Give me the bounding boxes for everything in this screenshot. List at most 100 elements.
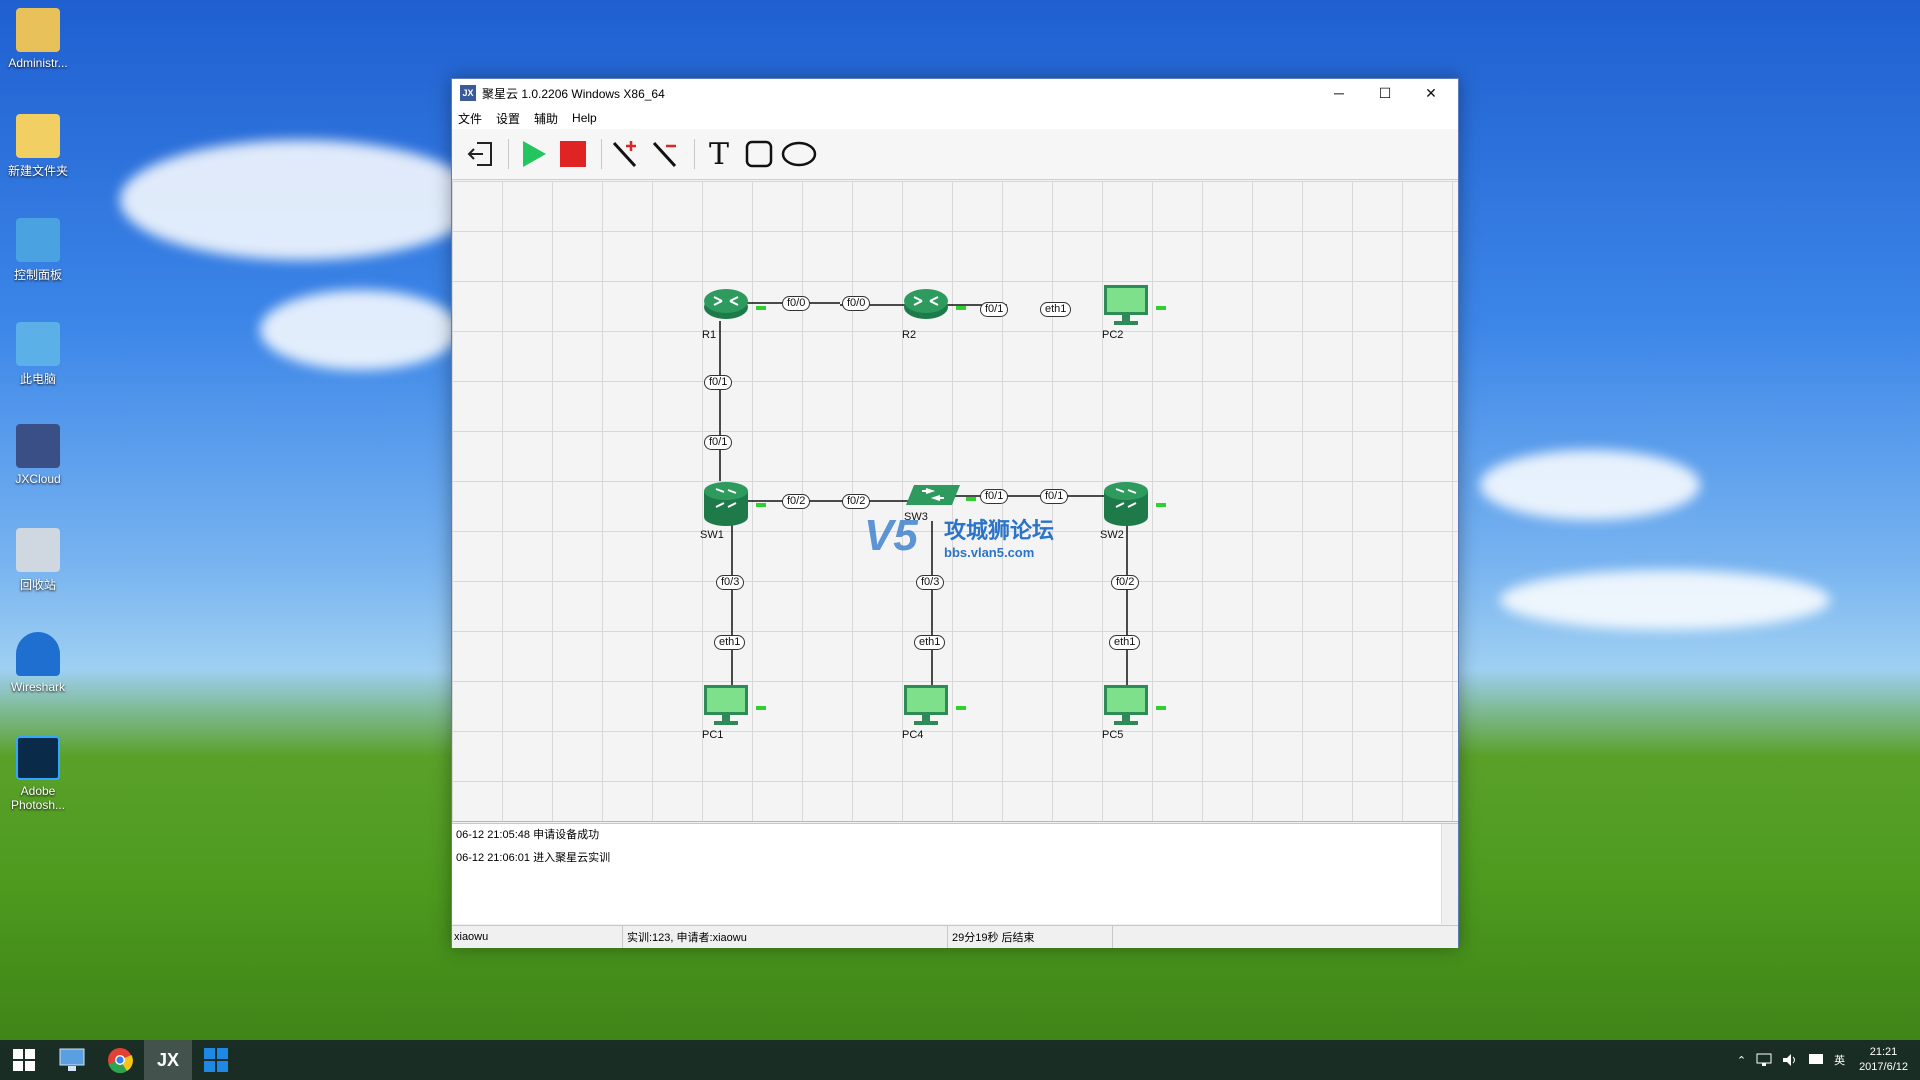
taskbar-store[interactable] [192, 1040, 240, 1080]
pc-pc4[interactable] [902, 683, 950, 730]
notification-icon[interactable] [1808, 1053, 1824, 1067]
router-r2[interactable] [902, 285, 950, 324]
port-label: f0/2 [782, 494, 811, 509]
desktop-icon-label: 此电脑 [19, 372, 56, 386]
clock[interactable]: 21:21 2017/6/12 [1859, 1045, 1908, 1075]
taskbar: JX ⌃ 英 21:21 2017/6/12 [0, 1040, 1920, 1080]
taskbar-jxcloud[interactable]: JX [144, 1040, 192, 1080]
pc-pc5[interactable] [1102, 683, 1150, 730]
watermark-title: 攻城狮论坛 [944, 518, 1055, 543]
port-label: eth1 [1040, 302, 1072, 317]
port-label: f0/1 [704, 375, 733, 390]
title-bar[interactable]: JX 聚星云 1.0.2206 Windows X86_64 ─ ☐ ✕ [452, 79, 1458, 107]
start-button[interactable] [515, 136, 551, 172]
menu-help[interactable]: Help [572, 111, 597, 125]
stop-button[interactable] [555, 136, 591, 172]
port-label: f0/0 [782, 296, 811, 311]
ellipse-tool-button[interactable] [781, 136, 817, 172]
desktop-icon-this-pc[interactable]: 此电脑 [0, 322, 76, 387]
user-folder-icon [16, 8, 60, 52]
rectangle-tool-button[interactable] [741, 136, 777, 172]
log-line: 06-12 21:05:48 申请设备成功 [456, 829, 600, 841]
l2-switch-icon [906, 485, 960, 505]
add-link-icon [612, 141, 637, 168]
log-panel[interactable]: 06-12 21:05:48 申请设备成功 06-12 21:06:01 进入聚… [452, 823, 1458, 924]
desktop-icon-jxcloud[interactable]: JXCloud [0, 424, 76, 486]
switch-sw3[interactable] [904, 483, 962, 510]
switch-sw2[interactable] [1102, 481, 1150, 530]
input-language[interactable]: 英 [1834, 1052, 1845, 1068]
taskbar-chrome[interactable] [96, 1040, 144, 1080]
port-label: f0/1 [980, 302, 1009, 317]
log-line: 06-12 21:06:01 进入聚星云实训 [456, 852, 611, 864]
toolbar-separator [694, 139, 695, 169]
status-led [1156, 706, 1166, 710]
remove-link-button[interactable] [648, 136, 684, 172]
exit-icon [467, 142, 492, 166]
desktop-icon-wireshark[interactable]: Wireshark [0, 632, 76, 694]
text-tool-button[interactable]: T [701, 136, 737, 172]
port-label: f0/1 [704, 435, 733, 450]
exit-button[interactable] [462, 136, 498, 172]
desktop-icon-label: 控制面板 [13, 268, 62, 282]
start-button[interactable] [0, 1040, 48, 1080]
chrome-icon [108, 1048, 133, 1073]
clock-time: 21:21 [1869, 1046, 1898, 1058]
maximize-button[interactable]: ☐ [1362, 79, 1408, 107]
toolbar-separator [601, 139, 602, 169]
pc-pc1[interactable] [702, 683, 750, 730]
volume-icon[interactable] [1782, 1053, 1798, 1067]
menu-settings[interactable]: 设置 [496, 110, 520, 127]
status-led [756, 706, 766, 710]
desktop-icon-administrator[interactable]: Administr... [0, 8, 76, 70]
control-panel-icon [16, 218, 60, 262]
pc-pc2[interactable] [1102, 283, 1150, 330]
port-label: f0/2 [1111, 575, 1140, 590]
desktop-icon-recycle-bin[interactable]: 回收站 [0, 528, 76, 593]
photoshop-icon [16, 736, 60, 780]
remove-link-icon [652, 141, 677, 168]
status-bar: xiaowu 实训:123, 申请者:xiaowu 29分19秒 后结束 [452, 925, 1458, 948]
taskbar-network-manager[interactable] [48, 1040, 96, 1080]
menu-tools[interactable]: 辅助 [534, 110, 558, 127]
chevron-up-icon[interactable]: ⌃ [1737, 1054, 1746, 1067]
node-label: PC5 [1102, 729, 1124, 741]
port-label: eth1 [1109, 635, 1141, 650]
wireshark-fin-icon [16, 632, 60, 676]
port-label: f0/1 [1040, 489, 1069, 504]
desktop-icon-control-panel[interactable]: 控制面板 [0, 218, 76, 283]
cloud [1500, 570, 1830, 630]
desktop-icon-new-folder[interactable]: 新建文件夹 [0, 114, 76, 179]
pc-icon [1104, 685, 1148, 725]
watermark-mark: V5 [864, 511, 918, 560]
desktop-icon-photoshop[interactable]: Adobe Photosh... [0, 736, 76, 812]
switch-icon [1104, 482, 1148, 526]
network-icon[interactable] [1756, 1053, 1772, 1067]
close-button[interactable]: ✕ [1408, 79, 1454, 107]
cloud [120, 140, 480, 260]
switch-sw1[interactable] [702, 481, 750, 530]
status-remaining: 29分19秒 后结束 [948, 926, 1113, 948]
add-link-button[interactable] [608, 136, 644, 172]
log-scrollbar[interactable] [1441, 824, 1458, 924]
node-label: PC2 [1102, 329, 1124, 341]
status-session: 实训:123, 申请者:xiaowu [623, 926, 948, 948]
node-label: R1 [702, 329, 717, 341]
topology-canvas[interactable]: R1 R2 PC2 SW1 SW3 SW2 PC1 PC4 PC5 f0/0 f… [452, 181, 1458, 822]
system-tray: ⌃ 英 21:21 2017/6/12 [1737, 1040, 1908, 1080]
desktop-icon-label: JXCloud [15, 472, 61, 486]
port-label: f0/0 [842, 296, 871, 311]
menu-file[interactable]: 文件 [458, 110, 482, 127]
status-led [1156, 306, 1166, 310]
rectangle-icon [745, 140, 773, 168]
port-label: f0/1 [980, 489, 1009, 504]
computer-icon [16, 322, 60, 366]
status-led [956, 706, 966, 710]
watermark: V5 攻城狮论坛 bbs.vlan5.com [864, 511, 1054, 561]
minimize-button[interactable]: ─ [1316, 79, 1362, 107]
jxcloud-icon [16, 424, 60, 468]
clock-date: 2017/6/12 [1859, 1061, 1908, 1073]
router-r1[interactable] [702, 285, 750, 324]
pc-icon [1104, 285, 1148, 325]
pc-icon [704, 685, 748, 725]
